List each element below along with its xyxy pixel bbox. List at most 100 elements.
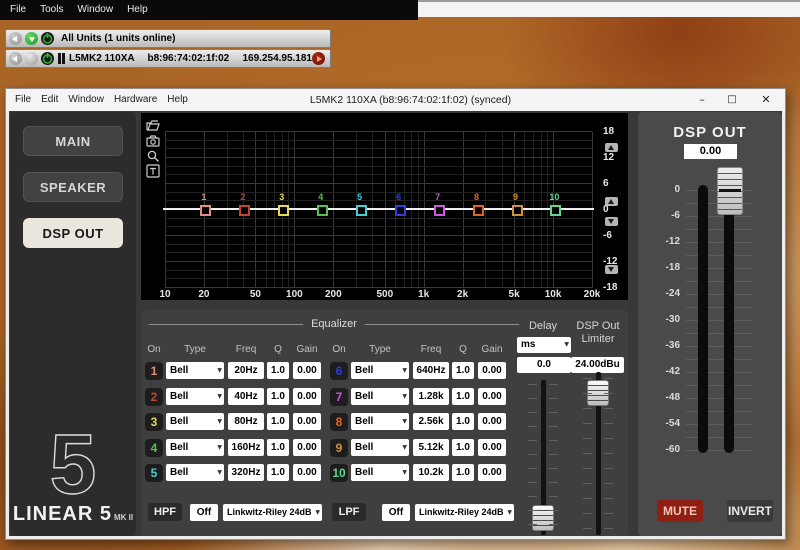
eq-freq-field-8[interactable]: 2.56k: [413, 413, 449, 430]
eq-q-field-2[interactable]: 1.0: [267, 388, 289, 405]
eq-gain-field-4[interactable]: 0.00: [293, 439, 321, 456]
eq-q-field-7[interactable]: 1.0: [452, 388, 474, 405]
eq-type-select-9[interactable]: Bell: [351, 439, 409, 456]
collapse-icon[interactable]: [25, 32, 38, 45]
eq-band-toggle-3[interactable]: 3: [145, 413, 163, 431]
lpf-filter-select[interactable]: Linkwitz-Riley 24dB: [415, 504, 514, 521]
eq-marker-4[interactable]: [317, 205, 328, 216]
sidebar-button-dsp-out[interactable]: DSP OUT: [23, 218, 123, 248]
delay-slider-handle[interactable]: [532, 505, 554, 531]
device-menu-file[interactable]: File: [10, 0, 26, 20]
main-menu-file[interactable]: File: [15, 89, 31, 111]
export-icon[interactable]: [146, 119, 160, 133]
eq-marker-10[interactable]: [550, 205, 561, 216]
eq-q-field-6[interactable]: 1.0: [452, 362, 474, 379]
main-menu-hardware[interactable]: Hardware: [114, 89, 157, 111]
eq-type-select-4[interactable]: Bell: [166, 439, 224, 456]
hpf-mode-field[interactable]: Off: [190, 504, 218, 521]
eq-q-field-10[interactable]: 1.0: [452, 464, 474, 481]
eq-marker-5[interactable]: [356, 205, 367, 216]
eq-freq-field-2[interactable]: 40Hz: [228, 388, 264, 405]
eq-type-select-5[interactable]: Bell: [166, 464, 224, 481]
back-icon[interactable]: [9, 52, 22, 65]
eq-freq-field-10[interactable]: 10.2k: [413, 464, 449, 481]
eq-type-select-2[interactable]: Bell: [166, 388, 224, 405]
eq-gain-field-2[interactable]: 0.00: [293, 388, 321, 405]
eq-marker-2[interactable]: [239, 205, 250, 216]
eq-marker-1[interactable]: [200, 205, 211, 216]
eq-band-toggle-2[interactable]: 2: [145, 388, 163, 406]
eq-gain-field-6[interactable]: 0.00: [478, 362, 506, 379]
eq-type-select-7[interactable]: Bell: [351, 388, 409, 405]
eq-type-select-1[interactable]: Bell: [166, 362, 224, 379]
eq-freq-field-1[interactable]: 20Hz: [228, 362, 264, 379]
eq-q-field-5[interactable]: 1.0: [267, 464, 289, 481]
eq-q-field-1[interactable]: 1.0: [267, 362, 289, 379]
lpf-button[interactable]: LPF: [332, 503, 366, 521]
eq-freq-field-6[interactable]: 640Hz: [413, 362, 449, 379]
close-button[interactable]: ✕: [755, 89, 777, 111]
eq-band-toggle-10[interactable]: 10: [330, 464, 348, 482]
plot-area[interactable]: 12345678910: [165, 132, 592, 288]
eq-freq-field-3[interactable]: 80Hz: [228, 413, 264, 430]
hpf-filter-select[interactable]: Linkwitz-Riley 24dB: [223, 504, 322, 521]
delay-slider[interactable]: [528, 380, 558, 535]
eq-gain-field-9[interactable]: 0.00: [478, 439, 506, 456]
eq-band-toggle-1[interactable]: 1: [145, 362, 163, 380]
zoom-icon[interactable]: [146, 149, 160, 163]
sidebar-button-main[interactable]: MAIN: [23, 126, 123, 156]
eq-gain-field-8[interactable]: 0.00: [478, 413, 506, 430]
eq-type-select-8[interactable]: Bell: [351, 413, 409, 430]
device-row-all-units[interactable]: All Units (1 units online): [5, 29, 331, 48]
gain-down-icon[interactable]: [605, 217, 618, 226]
eq-band-toggle-8[interactable]: 8: [330, 413, 348, 431]
title-bar[interactable]: FileEditWindowHardwareHelp L5MK2 110XA (…: [6, 89, 785, 111]
eq-band-toggle-4[interactable]: 4: [145, 439, 163, 457]
mute-button[interactable]: MUTE: [657, 500, 703, 522]
dsp-out-fader-handle[interactable]: [717, 167, 743, 215]
eq-type-select-6[interactable]: Bell: [351, 362, 409, 379]
eq-marker-9[interactable]: [512, 205, 523, 216]
eq-freq-field-4[interactable]: 160Hz: [228, 439, 264, 456]
eq-q-field-9[interactable]: 1.0: [452, 439, 474, 456]
eq-band-toggle-9[interactable]: 9: [330, 439, 348, 457]
dsp-out-value-field[interactable]: 0.00: [684, 144, 737, 159]
device-menu-help[interactable]: Help: [127, 0, 148, 20]
eq-marker-7[interactable]: [434, 205, 445, 216]
back-icon[interactable]: [9, 32, 22, 45]
eq-q-field-3[interactable]: 1.0: [267, 413, 289, 430]
go-icon[interactable]: [312, 52, 325, 65]
eq-gain-field-1[interactable]: 0.00: [293, 362, 321, 379]
device-menu-tools[interactable]: Tools: [40, 0, 63, 20]
eq-marker-6[interactable]: [395, 205, 406, 216]
eq-marker-3[interactable]: [278, 205, 289, 216]
eq-band-toggle-5[interactable]: 5: [145, 464, 163, 482]
limiter-slider[interactable]: [583, 372, 613, 535]
hpf-button[interactable]: HPF: [148, 503, 182, 521]
eq-marker-8[interactable]: [473, 205, 484, 216]
eq-band-toggle-7[interactable]: 7: [330, 388, 348, 406]
sidebar-button-speaker[interactable]: SPEAKER: [23, 172, 123, 202]
delay-unit-select[interactable]: ms: [517, 337, 571, 353]
eq-type-select-10[interactable]: Bell: [351, 464, 409, 481]
eq-gain-field-7[interactable]: 0.00: [478, 388, 506, 405]
limiter-value-field[interactable]: 24.00dBu: [571, 357, 624, 373]
lpf-mode-field[interactable]: Off: [382, 504, 410, 521]
main-menu-window[interactable]: Window: [68, 89, 104, 111]
scale-up-icon[interactable]: [605, 143, 618, 152]
minimize-button[interactable]: –: [691, 89, 713, 111]
invert-button[interactable]: INVERT: [727, 500, 773, 522]
camera-icon[interactable]: [146, 134, 160, 148]
eq-gain-field-5[interactable]: 0.00: [293, 464, 321, 481]
text-tool-icon[interactable]: [146, 164, 160, 178]
eq-gain-field-3[interactable]: 0.00: [293, 413, 321, 430]
power-icon[interactable]: [41, 32, 54, 45]
maximize-button[interactable]: □: [721, 89, 743, 111]
eq-q-field-8[interactable]: 1.0: [452, 413, 474, 430]
main-menu-edit[interactable]: Edit: [41, 89, 58, 111]
eq-freq-field-5[interactable]: 320Hz: [228, 464, 264, 481]
eq-gain-field-10[interactable]: 0.00: [478, 464, 506, 481]
eq-band-toggle-6[interactable]: 6: [330, 362, 348, 380]
eq-freq-field-9[interactable]: 5.12k: [413, 439, 449, 456]
power-icon[interactable]: [41, 52, 54, 65]
